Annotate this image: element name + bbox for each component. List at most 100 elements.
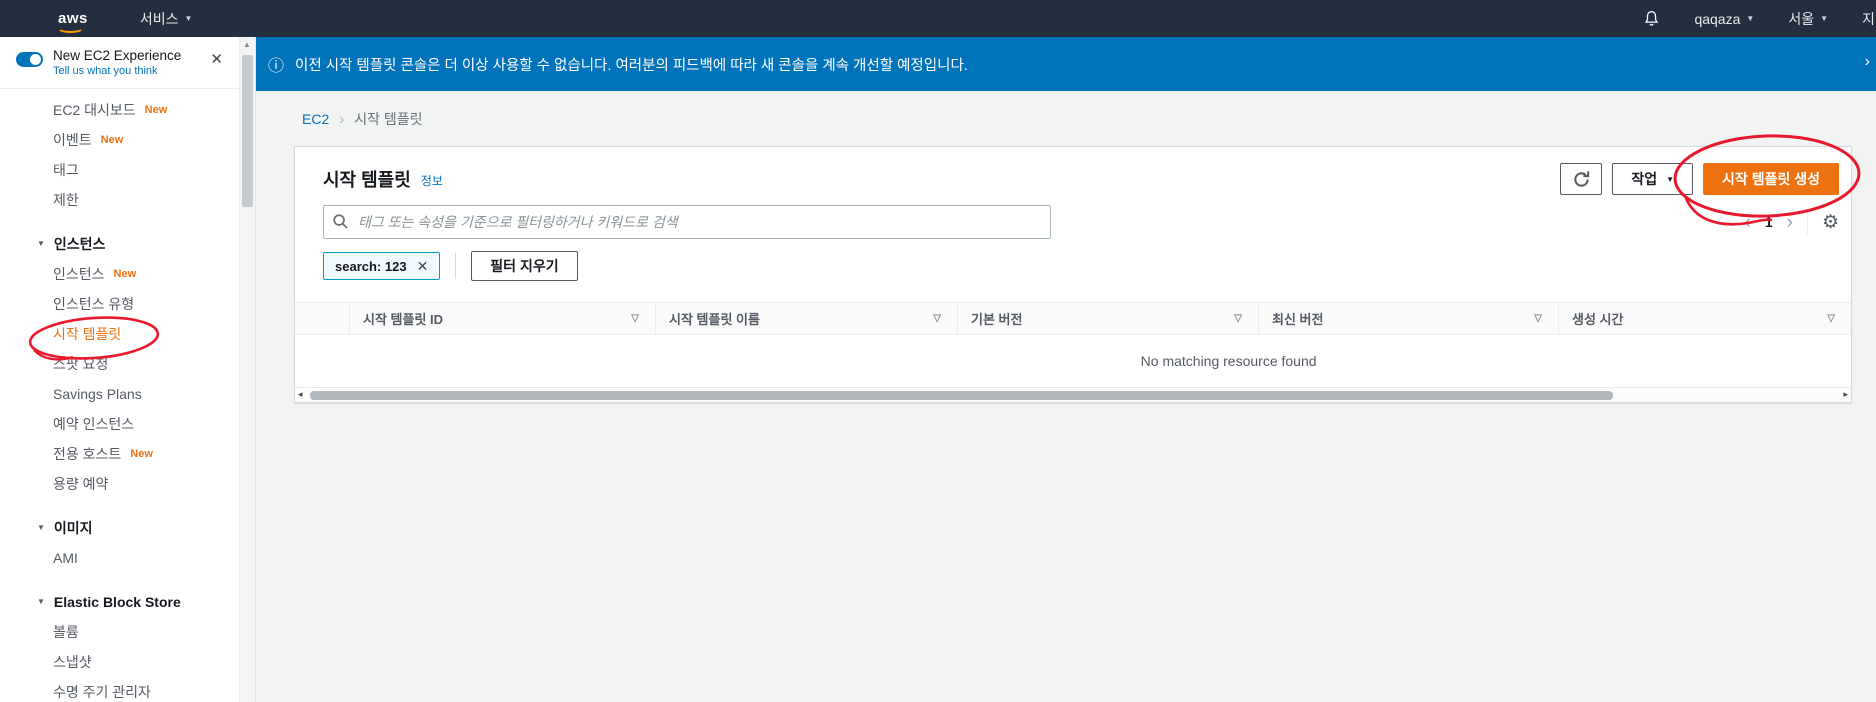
page-number[interactable]: 1 [1765, 214, 1773, 230]
banner-expand-icon[interactable]: › [1865, 53, 1870, 71]
sidebar-item-lifecycle-manager[interactable]: 수명 주기 관리자 [0, 677, 239, 702]
sidebar: New EC2 Experience Tell us what you thin… [0, 37, 240, 702]
sidebar-item-dedicated-hosts[interactable]: 전용 호스트 New [0, 439, 239, 469]
chevron-down-icon: ▼ [1746, 14, 1755, 23]
support-menu[interactable]: 지 [1862, 9, 1876, 29]
launch-templates-panel: 시작 템플릿 정보 작업 ▼ 시작 템플릿 생성 태그 또는 속성을 기준으로 … [294, 146, 1852, 403]
sidebar-item-tags[interactable]: 태그 [0, 155, 239, 185]
scrollbar-up-icon[interactable]: ▲ [243, 40, 251, 49]
filter-chip-label: search: 123 [335, 258, 407, 274]
create-launch-template-button[interactable]: 시작 템플릿 생성 [1703, 163, 1839, 195]
sidebar-item-volumes[interactable]: 볼륨 [0, 617, 239, 647]
banner-text: 이전 시작 템플릿 콘솔은 더 이상 사용할 수 없습니다. 여러분의 피드백에… [295, 57, 968, 74]
select-all-cell [295, 303, 349, 334]
clear-filters-button[interactable]: 필터 지우기 [471, 251, 578, 281]
sort-icon: ▽ [1534, 313, 1542, 324]
column-header-template-id[interactable]: 시작 템플릿 ID ▽ [349, 303, 655, 334]
horizontal-scrollbar[interactable]: ◂ ▸ [295, 387, 1851, 402]
launch-templates-table: 시작 템플릿 ID ▽ 시작 템플릿 이름 ▽ 기본 버전 ▽ 최신 버전 ▽ [295, 302, 1851, 402]
empty-message: No matching resource found [1140, 353, 1317, 369]
settings-gear-icon[interactable]: ⚙ [1822, 213, 1839, 232]
scrollbar-thumb[interactable] [310, 391, 1613, 400]
account-menu[interactable]: qaqaza ▼ [1694, 11, 1754, 27]
sidebar-section-images[interactable]: ▼ 이미지 [0, 513, 239, 543]
sort-icon: ▽ [631, 313, 639, 324]
region-menu[interactable]: 서울 ▼ [1788, 9, 1828, 29]
sidebar-item-instances[interactable]: 인스턴스 New [0, 259, 239, 289]
sidebar-item-launch-templates[interactable]: 시작 템플릿 [0, 319, 239, 349]
region-label: 서울 [1788, 10, 1815, 27]
sidebar-item-reserved-instances[interactable]: 예약 인스턴스 [0, 409, 239, 439]
account-username: qaqaza [1694, 10, 1741, 27]
sidebar-scrollbar[interactable]: ▲ [240, 37, 256, 702]
services-menu[interactable]: 서비스 ▼ [140, 9, 193, 29]
sort-icon: ▽ [1827, 313, 1835, 324]
breadcrumb-current: 시작 템플릿 [354, 111, 423, 127]
divider [0, 87, 239, 89]
sidebar-item-events[interactable]: 이벤트 New [0, 125, 239, 155]
notifications-bell-icon[interactable] [1643, 10, 1660, 27]
sidebar-item-spot-requests[interactable]: 스팟 요청 [0, 349, 239, 379]
divider [1806, 209, 1808, 235]
sort-icon: ▽ [933, 313, 941, 324]
new-experience-toggle[interactable] [16, 52, 43, 67]
new-badge: New [144, 103, 168, 116]
scrollbar-left-icon[interactable]: ◂ [298, 389, 303, 400]
table-header-row: 시작 템플릿 ID ▽ 시작 템플릿 이름 ▽ 기본 버전 ▽ 최신 버전 ▽ [295, 303, 1851, 335]
info-icon: ⓘ [268, 58, 285, 75]
section-collapse-icon: ▼ [37, 597, 45, 607]
aws-smile-icon [57, 23, 84, 33]
sidebar-item-ec2-dashboard[interactable]: EC2 대시보드 New [0, 95, 239, 125]
breadcrumb-separator-icon: › [339, 110, 345, 128]
info-link[interactable]: 정보 [421, 172, 443, 189]
next-page-icon[interactable]: › [1787, 213, 1793, 232]
chevron-down-icon: ▼ [1666, 174, 1675, 184]
new-badge: New [130, 447, 153, 460]
scrollbar-thumb[interactable] [242, 55, 253, 207]
column-header-latest-version[interactable]: 최신 버전 ▽ [1258, 303, 1558, 334]
breadcrumb-ec2-link[interactable]: EC2 [302, 111, 329, 127]
breadcrumb: EC2 › 시작 템플릿 [302, 109, 1876, 129]
chevron-down-icon: ▼ [1820, 14, 1828, 23]
page-title: 시작 템플릿 [323, 170, 411, 190]
support-label: 지 [1862, 10, 1875, 27]
chevron-down-icon: ▼ [184, 14, 193, 23]
filter-chip: search: 123 ✕ [323, 252, 441, 280]
top-navigation-bar: aws 서비스 ▼ qaqaza ▼ 서울 ▼ 지 [0, 0, 1876, 37]
refresh-icon [1574, 170, 1590, 187]
new-badge: New [100, 133, 124, 146]
search-icon [332, 213, 349, 235]
refresh-button[interactable] [1560, 163, 1603, 195]
previous-page-icon[interactable]: ‹ [1745, 213, 1751, 232]
column-header-creation-time[interactable]: 생성 시간 ▽ [1558, 303, 1851, 334]
close-icon[interactable]: ✕ [206, 48, 227, 70]
sidebar-item-savings-plans[interactable]: Savings Plans [0, 379, 239, 409]
filter-search-input[interactable] [323, 205, 1051, 239]
sidebar-item-instance-types[interactable]: 인스턴스 유형 [0, 289, 239, 319]
sidebar-section-ebs[interactable]: ▼ Elastic Block Store [0, 587, 239, 617]
services-label: 서비스 [139, 10, 179, 27]
experience-feedback-link[interactable]: Tell us what you think [53, 65, 181, 79]
sidebar-nav: EC2 대시보드 New 이벤트 New 태그 제한 ▼ 인스턴스 인스턴스 New 인… [0, 95, 239, 702]
sidebar-item-ami[interactable]: AMI [0, 543, 239, 573]
empty-state-row: No matching resource found [295, 335, 1851, 387]
sort-icon: ▽ [1234, 313, 1242, 324]
column-header-default-version[interactable]: 기본 버전 ▽ [957, 303, 1258, 334]
toggle-knob [30, 54, 41, 65]
info-banner: ⓘ 이전 시작 템플릿 콘솔은 더 이상 사용할 수 없습니다. 여러분의 피드… [256, 37, 1876, 91]
experience-title: New EC2 Experience [53, 48, 182, 63]
aws-logo[interactable]: aws [57, 10, 88, 33]
sidebar-item-limits[interactable]: 제한 [0, 185, 239, 215]
sidebar-item-snapshots[interactable]: 스냅샷 [0, 647, 239, 677]
section-collapse-icon: ▼ [37, 239, 45, 249]
scrollbar-right-icon[interactable]: ▸ [1843, 389, 1848, 400]
main-content: ⓘ 이전 시작 템플릿 콘솔은 더 이상 사용할 수 없습니다. 여러분의 피드… [256, 37, 1876, 702]
sidebar-section-instances[interactable]: ▼ 인스턴스 [0, 229, 239, 259]
search-box [323, 205, 1051, 239]
column-header-template-name[interactable]: 시작 템플릿 이름 ▽ [655, 303, 957, 334]
remove-filter-icon[interactable]: ✕ [417, 258, 429, 275]
divider [455, 253, 457, 279]
actions-button[interactable]: 작업 ▼ [1612, 163, 1694, 195]
new-badge: New [113, 267, 137, 280]
sidebar-item-capacity-reservations[interactable]: 용량 예약 [0, 469, 239, 499]
